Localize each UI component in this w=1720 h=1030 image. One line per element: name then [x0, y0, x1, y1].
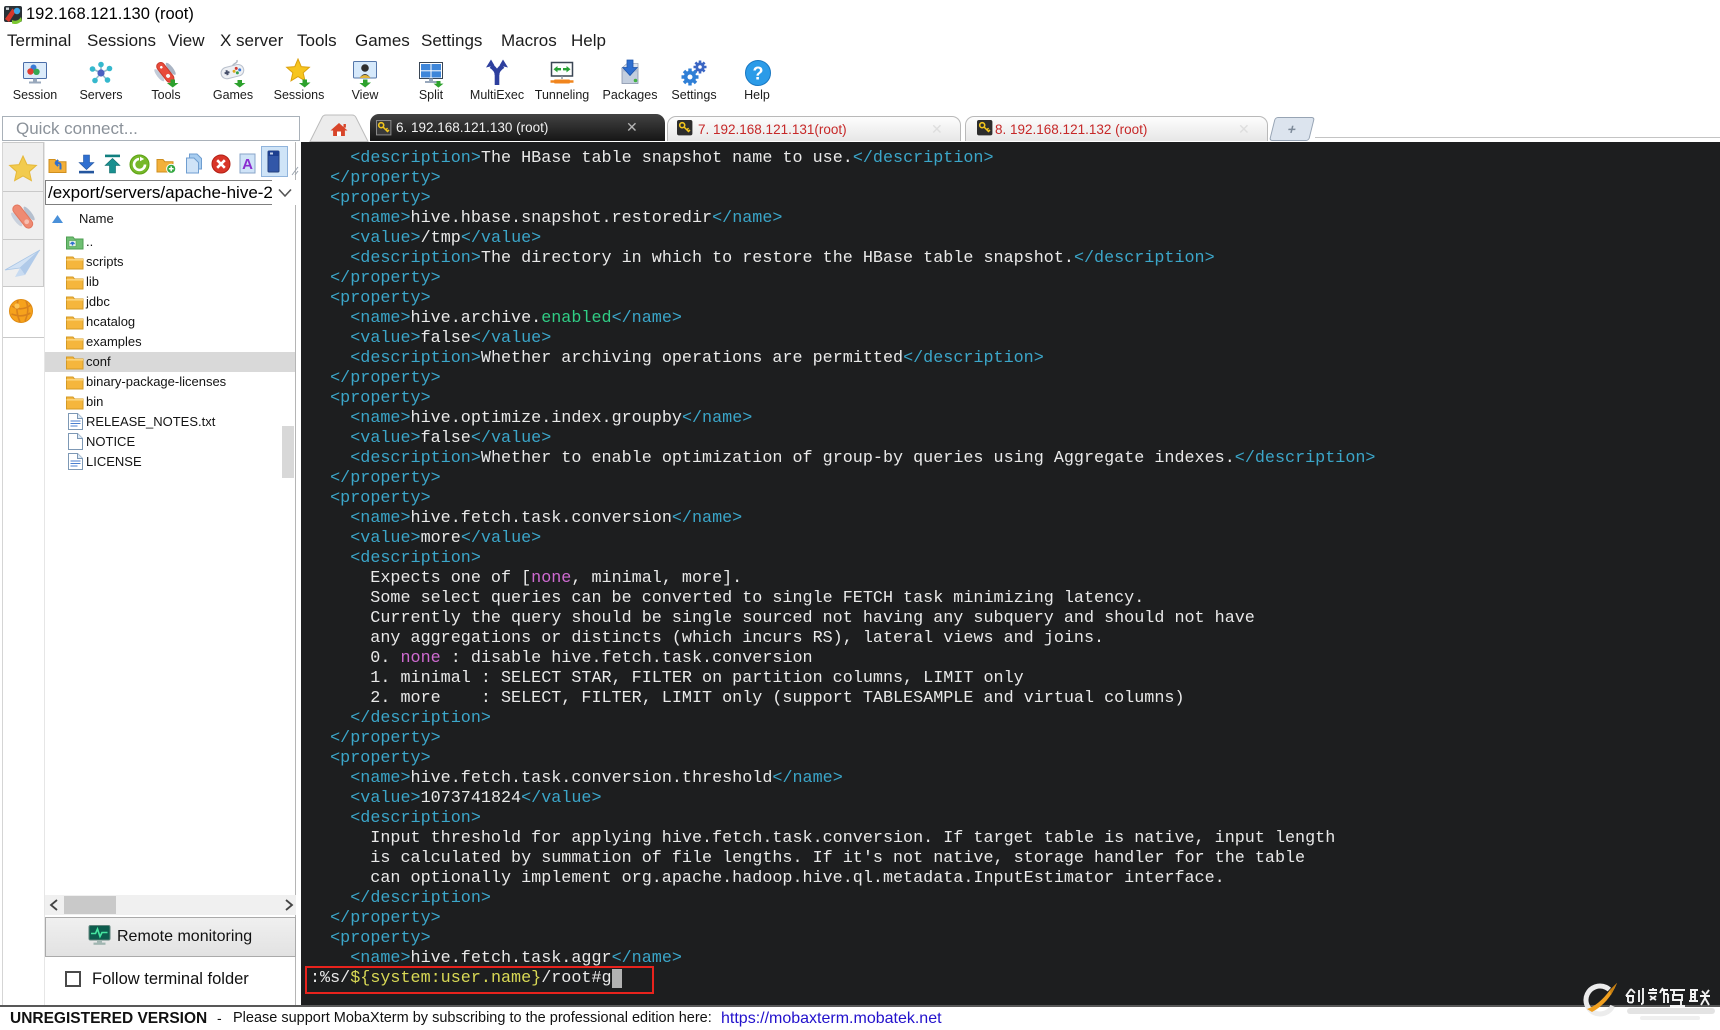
svg-text:A: A	[242, 156, 253, 173]
svg-text:?: ?	[753, 64, 764, 84]
